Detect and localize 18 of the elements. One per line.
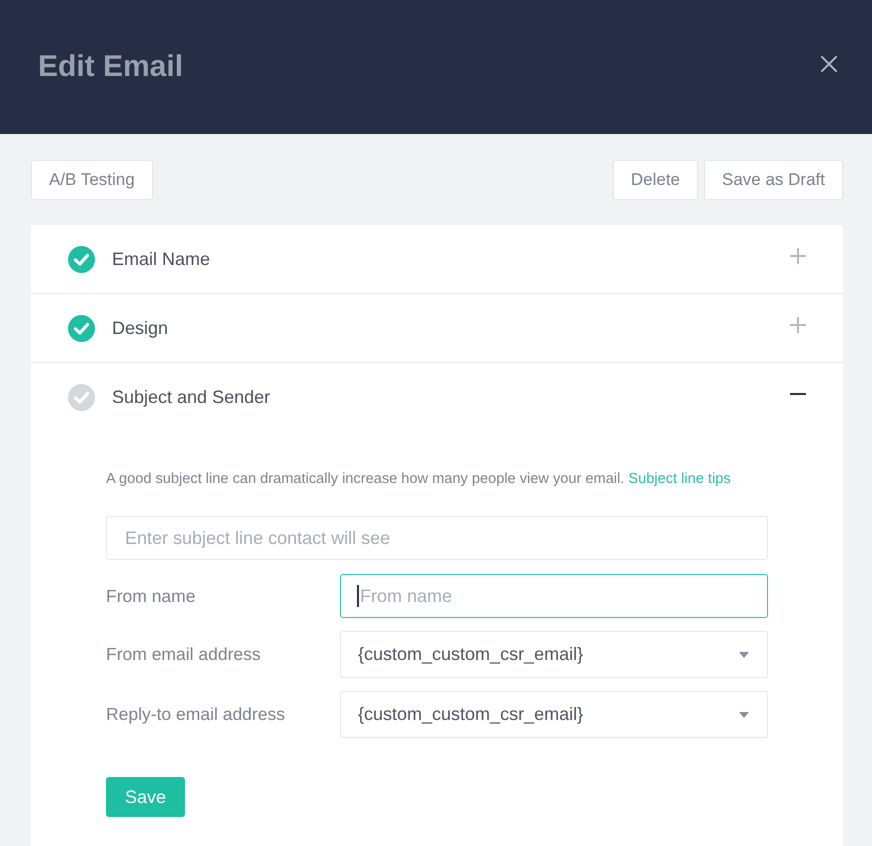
field-label: From email address	[106, 644, 261, 665]
hint-text: A good subject line can dramatically increase how many people view your email. Subject line tips	[106, 470, 732, 489]
input-field[interactable]: From name	[340, 574, 768, 618]
section-title[interactable]: Design	[112, 318, 168, 338]
toolbar-button[interactable]: A/B Testing	[31, 160, 153, 200]
field-label: From name	[106, 586, 196, 606]
caret-icon	[739, 712, 749, 718]
caret-icon	[739, 652, 749, 658]
dropdown-select[interactable]: {custom_custom_csr_email}	[340, 631, 768, 678]
text-cursor-icon	[357, 585, 359, 607]
toolbar-button[interactable]: Save as Draft	[704, 160, 843, 200]
close-icon[interactable]	[821, 56, 837, 72]
dropdown-select[interactable]: {custom_custom_csr_email}	[340, 691, 768, 738]
window-title: Edit Email	[38, 50, 184, 84]
section-title[interactable]: Email Name	[112, 248, 210, 270]
field-label: Reply-to email address	[106, 704, 285, 725]
section-title[interactable]: Subject and Sender	[112, 386, 270, 408]
toolbar-button[interactable]: Delete	[612, 160, 698, 200]
